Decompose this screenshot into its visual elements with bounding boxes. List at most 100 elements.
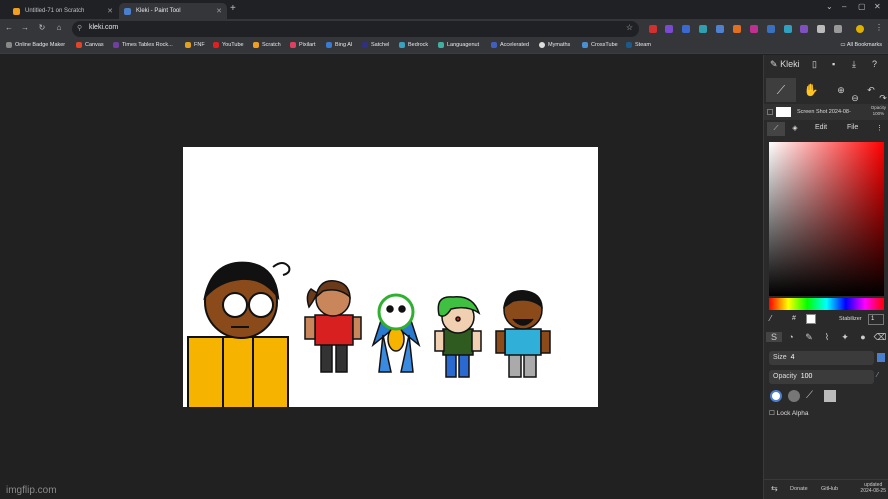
save-icon[interactable]: ▪ bbox=[832, 59, 835, 69]
bookmark-times-tables[interactable]: Times Tables Rock... bbox=[113, 42, 173, 48]
bookmark-canvas[interactable]: Canvas bbox=[76, 42, 104, 48]
tool-row: ⟋ ✋ ⊕ ⊖ ↶ ↷ bbox=[764, 76, 888, 103]
bookmark-languagenut[interactable]: Languagenut bbox=[438, 42, 479, 48]
updated-info: updated 2024-08-25 bbox=[860, 482, 886, 494]
extension-icon[interactable] bbox=[699, 25, 707, 33]
menu-kebab-icon[interactable]: ⋮ bbox=[874, 23, 884, 32]
opacity-slider[interactable]: Opacity 100 bbox=[769, 370, 874, 384]
pixel-brush-icon[interactable]: ⌇ bbox=[819, 332, 835, 343]
kleki-logo-icon: ✎ bbox=[770, 59, 778, 69]
bookmark-bedrock[interactable]: Bedrock bbox=[399, 42, 428, 48]
blend-brush-icon[interactable]: ◔ bbox=[783, 332, 799, 342]
drawing-canvas[interactable] bbox=[183, 147, 598, 407]
sketchy-brush-icon[interactable]: ✎ bbox=[801, 332, 817, 343]
bookmark-online-badge-maker[interactable]: Online Badge Maker bbox=[6, 42, 65, 48]
brush-tool-icon[interactable]: ⟋ bbox=[766, 78, 796, 102]
extensions-puzzle-icon[interactable] bbox=[817, 25, 825, 33]
crosstube-icon bbox=[582, 42, 588, 48]
hex-button[interactable]: # bbox=[792, 315, 796, 322]
tab-edit[interactable]: Edit bbox=[815, 124, 827, 131]
kleki-side-panel: ✎ Kleki ▯ ▪ ⤓ ? ⟋ ✋ ⊕ ⊖ ↶ ↷ Screen Shot … bbox=[763, 55, 888, 499]
tab-search-icon[interactable]: ⌄ bbox=[826, 2, 833, 11]
primary-color-swatch[interactable] bbox=[806, 314, 816, 324]
extension-icon[interactable] bbox=[733, 25, 741, 33]
canvas-drawing bbox=[187, 261, 551, 407]
color-picker-area[interactable] bbox=[769, 142, 884, 296]
mymaths-icon bbox=[539, 42, 545, 48]
round-tip-icon[interactable] bbox=[770, 390, 782, 402]
checkbox-icon: ☐ bbox=[769, 410, 777, 417]
soft-tip-icon[interactable] bbox=[788, 390, 800, 402]
tab-brush-icon[interactable]: ⟋ bbox=[767, 122, 785, 136]
canvas-icon bbox=[76, 42, 82, 48]
tab-kleki[interactable]: Kleki - Paint Tool ✕ bbox=[119, 3, 227, 19]
tab-layers-icon[interactable]: ◈ bbox=[786, 122, 804, 136]
pressure-size-icon[interactable] bbox=[877, 353, 885, 362]
lock-alpha-toggle[interactable]: ☐ Lock Alpha bbox=[769, 409, 808, 417]
extension-icon[interactable] bbox=[750, 25, 758, 33]
bookmark-crosstube[interactable]: CrossTube bbox=[582, 42, 618, 48]
side-panel-icon[interactable] bbox=[834, 25, 842, 33]
share-icon[interactable]: ⤓ bbox=[852, 59, 856, 70]
smudge-brush-icon[interactable]: ● bbox=[855, 332, 871, 342]
extension-icon[interactable] bbox=[649, 25, 657, 33]
bookmark-scratch[interactable]: Scratch bbox=[253, 42, 281, 48]
panel-tabs: ⟋ ◈ Edit File ⋮ bbox=[764, 121, 888, 137]
layer-opacity: Opacity 100% bbox=[870, 105, 886, 116]
hue-slider[interactable] bbox=[769, 298, 884, 310]
site-info-icon[interactable]: ⚲ bbox=[77, 24, 82, 32]
tab-label: Kleki - Paint Tool bbox=[136, 8, 181, 14]
chalk-tip-icon[interactable]: ⟋ bbox=[806, 390, 818, 402]
bookmark-pixilart[interactable]: Pixilart bbox=[290, 42, 316, 48]
eraser-icon[interactable]: ⌫ bbox=[872, 332, 888, 343]
reload-icon[interactable]: ↻ bbox=[37, 23, 47, 32]
stabilizer-select[interactable]: 1 bbox=[868, 314, 884, 325]
donate-link[interactable]: Donate bbox=[790, 486, 808, 492]
bookmark-bing-ai[interactable]: Bing AI bbox=[326, 42, 352, 48]
extension-icon[interactable] bbox=[767, 25, 775, 33]
help-icon[interactable]: ? bbox=[872, 59, 877, 69]
bookmark-fnf[interactable]: FNF bbox=[185, 42, 205, 48]
tab-file[interactable]: File bbox=[847, 124, 858, 131]
maximize-icon[interactable]: ▢ bbox=[858, 2, 866, 11]
extension-icon[interactable] bbox=[716, 25, 724, 33]
eyedropper-icon[interactable]: ⁄ bbox=[770, 314, 771, 323]
scratch-favicon-icon bbox=[13, 7, 20, 15]
address-bar[interactable]: ⚲ kleki.com ☆ bbox=[72, 21, 639, 37]
pressure-opacity-icon[interactable]: ⁄ bbox=[877, 372, 885, 381]
all-bookmarks-button[interactable]: ▭ All Bookmarks bbox=[840, 42, 882, 48]
new-image-icon[interactable]: ▯ bbox=[812, 59, 817, 70]
minimize-icon[interactable]: – bbox=[842, 2, 846, 11]
size-slider[interactable]: Size 4 bbox=[769, 351, 874, 365]
bookmark-accelerated[interactable]: Accelerated bbox=[491, 42, 529, 48]
close-tab-icon[interactable]: ✕ bbox=[107, 7, 113, 15]
bookmark-mymaths[interactable]: Mymaths bbox=[539, 42, 570, 48]
new-tab-icon[interactable]: + bbox=[230, 3, 236, 14]
extension-icon[interactable] bbox=[682, 25, 690, 33]
forward-icon[interactable]: → bbox=[20, 23, 30, 32]
square-tip-icon[interactable] bbox=[824, 390, 836, 402]
extension-icon[interactable] bbox=[784, 25, 792, 33]
pen-brush-icon[interactable]: S bbox=[766, 332, 782, 342]
bookmark-steam[interactable]: Steam bbox=[626, 42, 651, 48]
bookmark-satchel[interactable]: Satchel bbox=[362, 42, 389, 48]
back-icon[interactable]: ← bbox=[4, 23, 14, 32]
close-tab-icon[interactable]: ✕ bbox=[216, 7, 222, 15]
tab-scratch[interactable]: Untitled-71 on Scratch ✕ bbox=[8, 3, 118, 19]
close-window-icon[interactable]: ✕ bbox=[874, 2, 881, 11]
layer-visibility-checkbox[interactable] bbox=[767, 109, 773, 115]
layer-item[interactable]: Screen Shot 2024-08- Opacity 100% bbox=[764, 104, 888, 120]
chemy-brush-icon[interactable]: ✦ bbox=[837, 332, 853, 343]
extension-icon[interactable] bbox=[800, 25, 808, 33]
swap-panel-icon[interactable]: ⇆ bbox=[771, 484, 778, 493]
more-icon[interactable]: ⋮ bbox=[876, 124, 883, 132]
kleki-workspace[interactable]: imgflip.com bbox=[0, 55, 763, 499]
bookmark-youtube[interactable]: YouTube bbox=[213, 42, 244, 48]
profile-avatar[interactable] bbox=[856, 25, 864, 33]
bookmark-star-icon[interactable]: ☆ bbox=[626, 23, 633, 32]
github-link[interactable]: GitHub bbox=[821, 486, 838, 492]
extension-icon[interactable] bbox=[665, 25, 673, 33]
steam-icon bbox=[626, 42, 632, 48]
hand-tool-icon[interactable]: ✋ bbox=[796, 78, 826, 102]
home-icon[interactable]: ⌂ bbox=[54, 23, 64, 32]
